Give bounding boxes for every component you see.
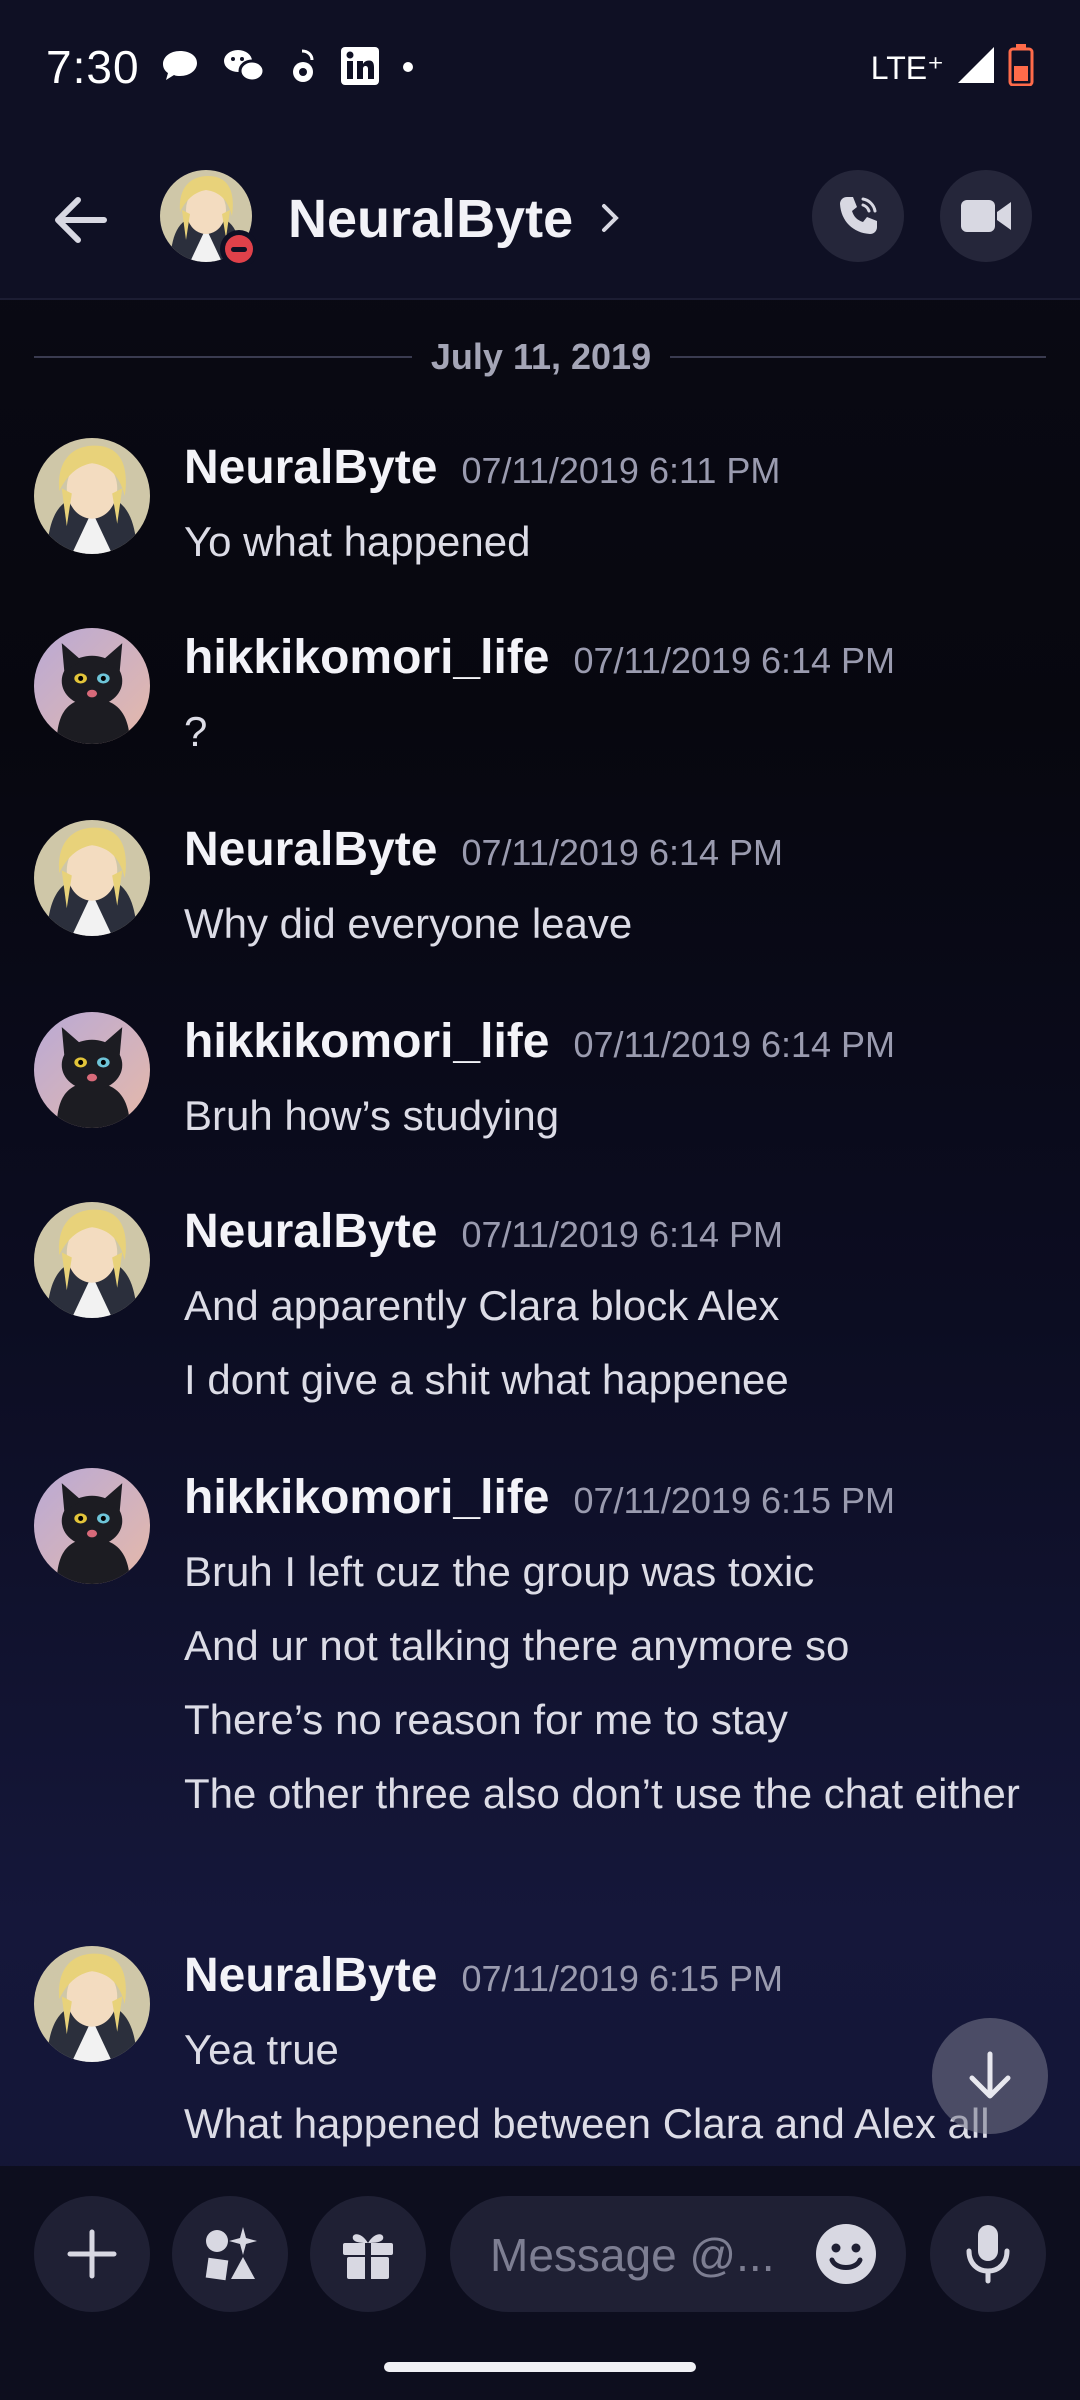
emoji-button[interactable] — [814, 2222, 878, 2286]
message-timestamp: 07/11/2019 6:14 PM — [461, 832, 784, 873]
linkedin-icon — [340, 46, 380, 91]
status-indicators: LTE⁺ — [871, 44, 1034, 91]
message-text[interactable]: Yo what happened — [184, 510, 1044, 574]
gift-button[interactable] — [310, 2196, 426, 2312]
neuralbyte-avatar[interactable] — [34, 1202, 150, 1318]
message-text[interactable]: There’s no reason for me to stay — [184, 1688, 1044, 1752]
status-time: 7:30 — [46, 41, 140, 93]
message-author[interactable]: NeuralByte — [184, 1204, 437, 1259]
arrow-left-icon — [55, 197, 107, 243]
dm-screen: 7:30 LTE⁺ NeuralByte July 11, 2019 Neura… — [0, 0, 1080, 2400]
date-divider-label: July 11, 2019 — [430, 336, 652, 377]
message-author[interactable]: hikkikomori_life — [184, 630, 549, 685]
message-timestamp: 07/11/2019 6:14 PM — [573, 1024, 896, 1065]
weibo-icon — [288, 47, 318, 90]
message-text[interactable]: I dont give a shit what happenee — [184, 1348, 1044, 1412]
conversation-header: NeuralByte — [0, 130, 1080, 300]
message-input[interactable] — [488, 2196, 792, 2314]
chat-bubble-icon — [160, 48, 200, 89]
more-notifications-icon — [402, 60, 414, 78]
video-camera-icon — [961, 200, 1011, 232]
notification-icons — [160, 46, 414, 91]
video-call-button[interactable] — [940, 170, 1032, 262]
message-author[interactable]: NeuralByte — [184, 440, 437, 495]
message-timestamp: 07/11/2019 6:15 PM — [461, 1958, 784, 1999]
message-text[interactable]: Why did everyone leave — [184, 892, 1044, 956]
chevron-right-icon[interactable] — [600, 202, 620, 239]
emoji-icon — [816, 2224, 876, 2284]
voice-call-button[interactable] — [812, 170, 904, 262]
message-timestamp: 07/11/2019 6:15 PM — [573, 1480, 896, 1521]
wechat-icon — [222, 47, 266, 90]
battery-icon — [1008, 44, 1034, 91]
neuralbyte-avatar[interactable] — [34, 1946, 150, 2062]
neuralbyte-avatar[interactable] — [34, 438, 150, 554]
plus-icon — [67, 2229, 117, 2279]
message-author[interactable]: hikkikomori_life — [184, 1470, 549, 1525]
message-text[interactable]: The other three also don’t use the chat … — [184, 1762, 1044, 1826]
message-text[interactable]: Bruh I left cuz the group was toxic — [184, 1540, 1044, 1604]
status-bar: 7:30 LTE⁺ — [0, 0, 1080, 130]
neuralbyte-avatar[interactable] — [34, 820, 150, 936]
gift-icon — [343, 2234, 393, 2279]
message-author[interactable]: NeuralByte — [184, 1948, 437, 2003]
message-timestamp: 07/11/2019 6:14 PM — [573, 640, 896, 681]
message-text[interactable]: Bruh how’s studying — [184, 1084, 1044, 1148]
message-text[interactable]: What happened between Clara and Alex all — [184, 2092, 1044, 2156]
microphone-icon — [966, 2225, 1010, 2284]
hikkikomori-avatar[interactable] — [34, 1468, 150, 1584]
message-author[interactable]: hikkikomori_life — [184, 1014, 549, 1069]
message-timestamp: 07/11/2019 6:14 PM — [461, 1214, 784, 1255]
message-text[interactable]: ? — [184, 700, 1044, 764]
phone-icon — [840, 197, 877, 234]
message-author[interactable]: NeuralByte — [184, 822, 437, 877]
voice-message-button[interactable] — [930, 2196, 1046, 2312]
arrow-down-icon — [969, 2051, 1011, 2099]
home-indicator[interactable] — [384, 2362, 696, 2372]
jump-to-present-button[interactable] — [932, 2018, 1048, 2134]
network-type: LTE⁺ — [870, 49, 944, 86]
dnd-status-badge — [220, 230, 258, 268]
date-divider: July 11, 2019 — [34, 330, 1046, 380]
conversation-title[interactable]: NeuralByte — [288, 188, 573, 250]
signal-icon — [956, 45, 996, 90]
hikkikomori-avatar[interactable] — [34, 1012, 150, 1128]
message-text[interactable]: And ur not talking there anymore so — [184, 1614, 1044, 1678]
message-text[interactable]: And apparently Clara block Alex — [184, 1274, 1044, 1338]
back-button[interactable] — [40, 180, 120, 260]
add-attachment-button[interactable] — [34, 2196, 150, 2312]
apps-button[interactable] — [172, 2196, 288, 2312]
hikkikomori-avatar[interactable] — [34, 628, 150, 744]
message-timestamp: 07/11/2019 6:11 PM — [461, 450, 781, 491]
message-input-container — [450, 2196, 906, 2314]
message-text[interactable]: Yea true — [184, 2018, 1044, 2082]
apps-icon — [205, 2227, 257, 2281]
